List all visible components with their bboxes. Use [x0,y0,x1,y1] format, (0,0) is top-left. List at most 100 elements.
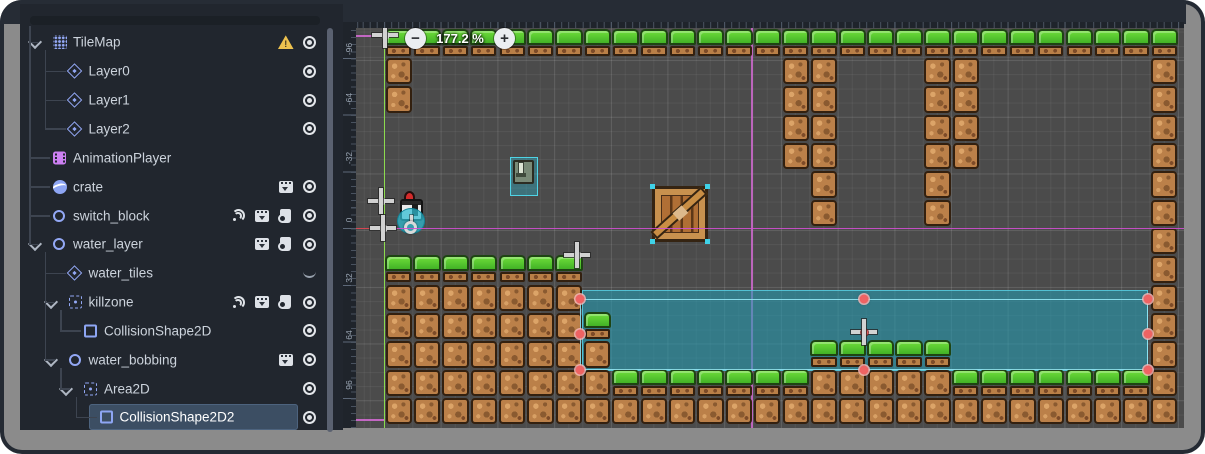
selection-corner-icon [705,184,710,189]
filter-box-edge[interactable] [30,16,320,25]
position-gizmo[interactable] [564,242,590,268]
scene-tree-item-layer1[interactable]: Layer1 [24,86,336,115]
scene-tree-item-layer2[interactable]: Layer2 [24,115,336,144]
scene-tree-item-collisionshape2d2[interactable]: CollisionShape2D2 [24,403,336,432]
signal-icon [231,209,246,223]
node-name-label: Area2D [104,381,150,397]
player-sprite[interactable] [397,191,425,237]
scene-tree-item-crate[interactable]: crate [24,172,336,201]
layer-icon [66,121,82,137]
ruler-label: 64 [344,330,354,340]
scene-tree-item-tilemap[interactable]: TileMap [24,28,336,57]
eye-icon[interactable] [302,410,316,424]
tree-connector [29,243,39,246]
ruler-label: 32 [344,273,354,283]
resize-handle[interactable] [859,365,869,375]
row-action-icons [274,172,321,201]
area2d-icon [84,382,97,396]
position-gizmo[interactable] [372,28,398,48]
scene-tree-item-water-tiles[interactable]: water_tiles [24,259,336,288]
dirt-tile [470,312,498,340]
resize-handle[interactable] [575,294,585,304]
grass-tile [498,255,527,283]
scene-tree[interactable]: TileMap Layer0 Layer1 Layer2 AnimationPlayer… [24,26,336,432]
zoom-out-button[interactable]: − [405,27,426,49]
dirt-tile [923,85,951,113]
position-gizmo[interactable] [370,215,396,241]
resize-handle[interactable] [1143,365,1153,375]
dirt-tile [782,85,810,113]
dirt-tile [838,397,866,425]
node2d-icon [53,209,65,222]
node-name-label: Layer0 [88,63,130,79]
dirt-tile [470,340,498,369]
switch-block-sprite[interactable] [510,157,538,196]
grass-tile [1122,28,1150,57]
scene-tree-item-area2d[interactable]: Area2D [24,374,336,403]
node2d-icon [53,238,65,251]
eye-icon[interactable] [302,295,316,309]
grass-tile [696,368,725,397]
warning-icon [278,35,294,49]
zoom-in-button[interactable]: + [494,27,515,49]
eye-closed-icon[interactable] [302,269,316,278]
position-gizmo[interactable] [368,188,394,214]
zoom-level-label[interactable]: 177.2 % [434,31,486,46]
collision-icon [99,410,113,424]
node-name-label: Layer1 [88,92,130,108]
grass-tile [1008,368,1037,397]
grass-tile [611,368,640,397]
scene-tree-item-layer0[interactable]: Layer0 [24,57,336,86]
row-action-icons [274,345,321,374]
eye-icon[interactable] [302,35,316,49]
eye-icon[interactable] [302,93,316,107]
scene-tree-item-killzone[interactable]: killzone [24,288,336,317]
node-name-label: AnimationPlayer [73,150,172,166]
grass-tile [753,368,782,397]
eye-icon[interactable] [302,353,316,367]
grass-tile [980,28,1009,57]
scene-tree-scrollbar[interactable] [327,28,333,432]
dirt-tile [385,284,413,312]
eye-icon[interactable] [302,324,316,338]
canvas-2d[interactable] [356,28,1184,428]
eye-icon[interactable] [302,237,316,251]
grass-tile [867,28,895,57]
scene-tree-item-water-layer[interactable]: water_layer [24,230,336,259]
tree-connector [29,186,50,188]
dirt-tile [810,85,838,113]
clapper-icon [255,238,270,251]
eye-icon[interactable] [302,64,316,78]
grass-tile [725,368,753,397]
tree-connector [75,396,77,418]
dirt-tile [696,397,725,425]
crate-sprite[interactable] [650,184,710,244]
script-icon [278,295,292,310]
dirt-tile [782,397,810,425]
dirt-tile [895,369,923,397]
tree-connector [44,252,46,360]
x-axis-line [356,227,1184,230]
dirt-tile [526,369,555,397]
eye-icon[interactable] [302,180,316,194]
scene-tree-item-switch-block[interactable]: switch_block [24,201,336,230]
resize-handle[interactable] [1143,329,1153,339]
ruler-vertical[interactable]: -96 -64 -32 0 32 64 96 [343,28,356,428]
ruler-label: -32 [344,151,354,165]
dirt-tile [725,397,753,425]
resize-handle[interactable] [859,294,869,304]
scene-tree-item-animationplayer[interactable]: AnimationPlayer [24,143,336,172]
eye-icon[interactable] [302,122,316,136]
resize-handle[interactable] [575,365,585,375]
node2d-icon [68,353,81,366]
grass-tile [470,255,498,283]
guide-line-bottom[interactable] [356,419,385,421]
scene-tree-item-water-bobbing[interactable]: water_bobbing [24,345,336,374]
eye-icon[interactable] [302,382,316,396]
resize-handle[interactable] [575,329,585,339]
position-gizmo[interactable] [851,319,877,345]
eye-icon[interactable] [302,209,316,223]
zoom-controls: − 177.2 % + [405,27,515,49]
row-action-icons [298,403,322,432]
resize-handle[interactable] [1143,294,1153,304]
